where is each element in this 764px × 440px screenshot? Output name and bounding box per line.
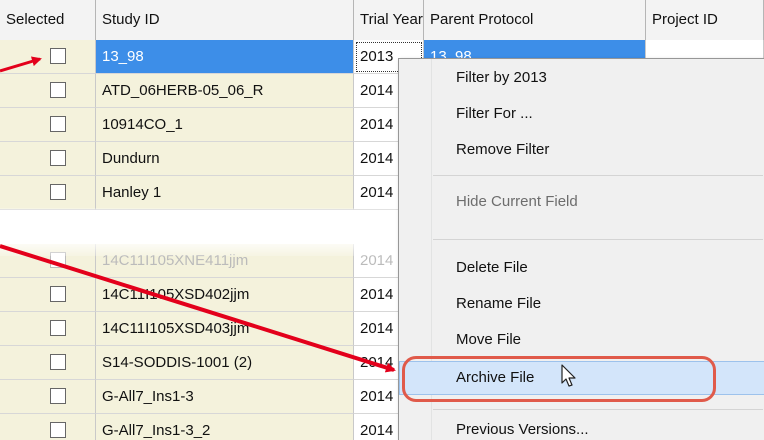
checkbox-icon[interactable] <box>50 388 66 404</box>
selected-cell <box>0 142 96 176</box>
menu-separator <box>433 409 763 410</box>
checkbox-icon[interactable] <box>50 184 66 200</box>
menu-item-filter-for[interactable]: Filter For ... <box>399 97 764 131</box>
checkbox-icon[interactable] <box>50 320 66 336</box>
checkbox-icon[interactable] <box>50 286 66 302</box>
selected-cell <box>0 380 96 414</box>
column-header-project-id[interactable]: Project ID <box>646 0 764 40</box>
selected-cell <box>0 414 96 440</box>
checkbox-icon[interactable] <box>50 150 66 166</box>
study-id-cell[interactable]: G-All7_Ins1-3 <box>96 380 354 414</box>
checkbox-icon[interactable] <box>50 116 66 132</box>
selected-cell <box>0 108 96 142</box>
selected-cell <box>0 312 96 346</box>
menu-item-move-file[interactable]: Move File <box>399 323 764 357</box>
study-id-cell[interactable]: 10914CO_1 <box>96 108 354 142</box>
column-header-study-id[interactable]: Study ID <box>96 0 354 40</box>
study-id-cell[interactable]: 13_98 <box>96 40 354 74</box>
checkbox-icon[interactable] <box>50 48 66 64</box>
selected-cell <box>0 40 96 74</box>
study-id-cell[interactable]: ATD_06HERB-05_06_R <box>96 74 354 108</box>
selected-cell <box>0 74 96 108</box>
study-id-cell[interactable]: 14C11I105XSD403jjm <box>96 312 354 346</box>
menu-item-filter-by[interactable]: Filter by 2013 <box>399 61 764 95</box>
selected-cell <box>0 278 96 312</box>
study-id-cell[interactable]: Hanley 1 <box>96 176 354 210</box>
column-header-parent-protocol[interactable]: Parent Protocol <box>424 0 646 40</box>
study-id-cell[interactable]: G-All7_Ins1-3_2 <box>96 414 354 440</box>
menu-item-remove-filter[interactable]: Remove Filter <box>399 133 764 167</box>
menu-separator <box>433 175 763 176</box>
study-id-cell[interactable]: S14-SODDIS-1001 (2) <box>96 346 354 380</box>
column-header-trial-year[interactable]: Trial Year <box>354 0 424 40</box>
highlight-ring <box>402 356 716 402</box>
menu-separator <box>433 239 763 240</box>
selected-cell <box>0 346 96 380</box>
menu-item-delete-file[interactable]: Delete File <box>399 251 764 285</box>
study-id-cell[interactable]: Dundurn <box>96 142 354 176</box>
mouse-pointer-icon <box>561 364 576 387</box>
menu-item-previous-versions[interactable]: Previous Versions... <box>399 413 764 440</box>
study-id-cell[interactable]: 14C11I105XSD402jjm <box>96 278 354 312</box>
column-header-selected[interactable]: Selected <box>0 0 96 40</box>
checkbox-icon[interactable] <box>50 422 66 438</box>
screenshot: Selected Study ID Trial Year Parent Prot… <box>0 0 764 440</box>
checkbox-icon[interactable] <box>50 82 66 98</box>
selected-cell <box>0 176 96 210</box>
checkbox-icon[interactable] <box>50 354 66 370</box>
menu-item-rename-file[interactable]: Rename File <box>399 287 764 321</box>
menu-item-hide-current-field[interactable]: Hide Current Field <box>399 185 764 219</box>
grid-header: Selected Study ID Trial Year Parent Prot… <box>0 0 764 41</box>
